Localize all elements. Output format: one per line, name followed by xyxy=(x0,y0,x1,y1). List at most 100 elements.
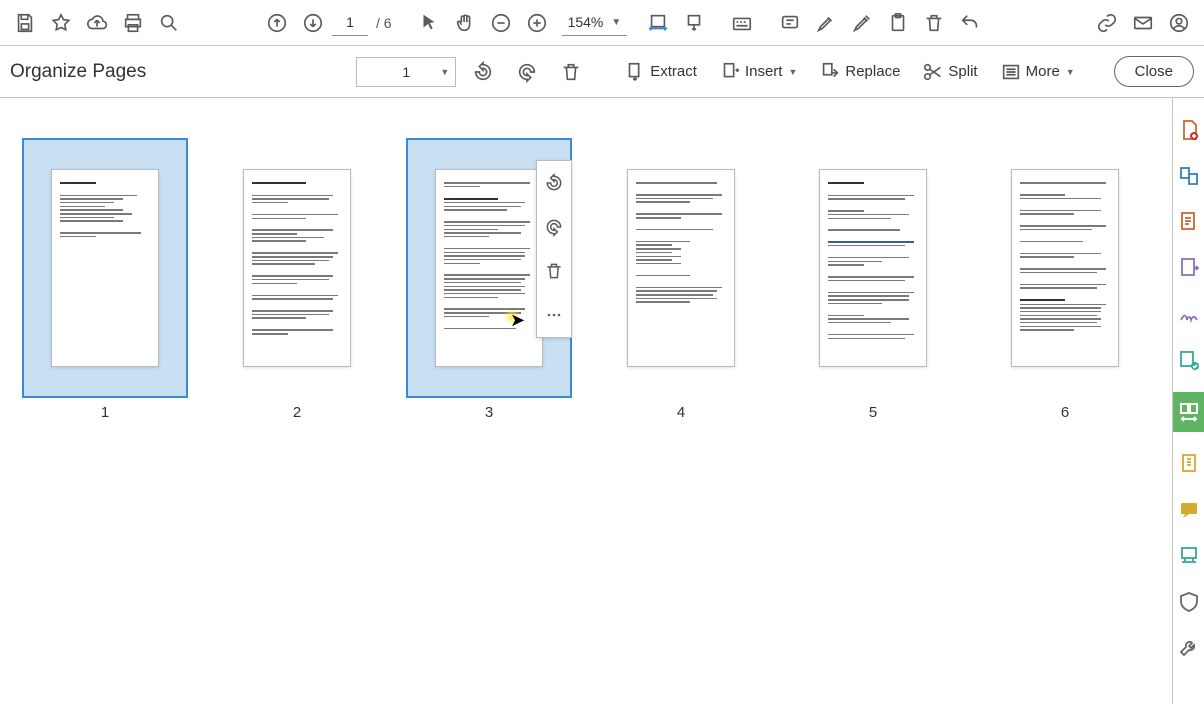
more-button[interactable]: More ▼ xyxy=(994,55,1081,89)
side-export-button[interactable] xyxy=(1175,254,1203,282)
side-protect-button[interactable] xyxy=(1175,588,1203,616)
hand-tool-button[interactable] xyxy=(448,6,482,40)
select-tool-button[interactable] xyxy=(412,6,446,40)
bookmark-button[interactable] xyxy=(44,6,78,40)
page-preview: ➤ xyxy=(435,169,543,367)
side-send-sign-button[interactable] xyxy=(1175,346,1203,374)
side-sign-button[interactable] xyxy=(1175,300,1203,328)
side-organize-pages-button[interactable] xyxy=(1173,392,1204,432)
page-thumbnail-1[interactable]: 1 xyxy=(10,138,200,664)
page-number-label: 1 xyxy=(101,404,109,421)
save-button[interactable] xyxy=(8,6,42,40)
organize-pages-title: Organize Pages xyxy=(10,61,146,83)
page-total-label: / 6 xyxy=(376,15,392,31)
thumb-rotate-ccw-button[interactable] xyxy=(536,161,572,205)
rotate-cw-button[interactable] xyxy=(510,55,544,89)
page-number-input[interactable] xyxy=(332,10,368,36)
page-thumbnail-3[interactable]: ➤ 3 xyxy=(394,138,584,664)
pointer-icon xyxy=(418,12,440,34)
page-number-label: 5 xyxy=(869,404,877,421)
delete-button[interactable] xyxy=(917,6,951,40)
thumbnail-grid: 1 xyxy=(0,98,1172,704)
note-icon xyxy=(779,12,801,34)
delete-page-button[interactable] xyxy=(554,55,588,89)
account-icon xyxy=(1168,12,1190,34)
dots-icon xyxy=(544,305,564,325)
page-number-label: 2 xyxy=(293,404,301,421)
undo-icon xyxy=(959,12,981,34)
link-button[interactable] xyxy=(1090,6,1124,40)
typewriter-button[interactable] xyxy=(725,6,759,40)
side-edit-pdf-button[interactable] xyxy=(1175,208,1203,236)
hand-icon xyxy=(454,12,476,34)
save-icon xyxy=(14,12,36,34)
thumb-more-button[interactable] xyxy=(536,293,572,337)
highlight-button[interactable] xyxy=(809,6,843,40)
next-page-button[interactable] xyxy=(296,6,330,40)
combine-icon xyxy=(1177,164,1201,188)
scan-icon xyxy=(1177,544,1201,568)
side-compress-button[interactable] xyxy=(1175,450,1203,478)
close-button[interactable]: Close xyxy=(1114,56,1194,87)
trash-icon xyxy=(923,12,945,34)
page-range-value: 1 xyxy=(402,64,410,80)
rotate-ccw-button[interactable] xyxy=(466,55,500,89)
zoom-out-icon xyxy=(490,12,512,34)
insert-button[interactable]: Insert ▼ xyxy=(713,55,803,89)
rotate-ccw-icon xyxy=(544,173,564,193)
eraser-button[interactable] xyxy=(845,6,879,40)
search-button[interactable] xyxy=(152,6,186,40)
thumb-delete-button[interactable] xyxy=(536,249,572,293)
side-combine-button[interactable] xyxy=(1175,162,1203,190)
comment-icon xyxy=(1177,498,1201,522)
extract-label: Extract xyxy=(650,63,697,80)
side-comment-button[interactable] xyxy=(1175,496,1203,524)
replace-label: Replace xyxy=(845,63,900,80)
clipboard-icon xyxy=(887,12,909,34)
chevron-down-icon: ▼ xyxy=(611,17,621,28)
organize-pages-toolbar: Organize Pages 1 ▼ Extract Insert ▼ Repl… xyxy=(0,46,1204,98)
fit-page-button[interactable] xyxy=(677,6,711,40)
page-thumbnail-6[interactable]: 6 xyxy=(970,138,1160,664)
page-range-select[interactable]: 1 ▼ xyxy=(356,57,456,87)
page-thumbnail-2[interactable]: 2 xyxy=(202,138,392,664)
side-more-tools-button[interactable] xyxy=(1175,634,1203,662)
zoom-out-button[interactable] xyxy=(484,6,518,40)
edit-page-icon xyxy=(1177,210,1201,234)
eraser-icon xyxy=(851,12,873,34)
page-thumbnail-5[interactable]: 5 xyxy=(778,138,968,664)
organize-icon xyxy=(1177,400,1201,424)
arrow-down-circle-icon xyxy=(302,12,324,34)
mail-icon xyxy=(1132,12,1154,34)
account-button[interactable] xyxy=(1162,6,1196,40)
search-icon xyxy=(158,12,180,34)
thumbnail-actions-strip xyxy=(536,160,572,338)
trash-icon xyxy=(544,261,564,281)
main-area: 1 xyxy=(0,98,1204,704)
zoom-value-label: 154% xyxy=(568,14,604,30)
keyboard-icon xyxy=(731,12,753,34)
clipboard-button[interactable] xyxy=(881,6,915,40)
zoom-in-button[interactable] xyxy=(520,6,554,40)
share-email-button[interactable] xyxy=(1126,6,1160,40)
extract-button[interactable]: Extract xyxy=(618,55,703,89)
split-button[interactable]: Split xyxy=(916,55,983,89)
undo-button[interactable] xyxy=(953,6,987,40)
highlight-indicator xyxy=(502,310,522,324)
zoom-dropdown[interactable]: 154% ▼ xyxy=(562,10,628,36)
page-thumbnail-4[interactable]: 4 xyxy=(586,138,776,664)
replace-button[interactable]: Replace xyxy=(813,55,906,89)
upload-button[interactable] xyxy=(80,6,114,40)
cloud-upload-icon xyxy=(86,12,108,34)
sticky-note-button[interactable] xyxy=(773,6,807,40)
prev-page-button[interactable] xyxy=(260,6,294,40)
page-number-label: 3 xyxy=(485,404,493,421)
highlight-icon xyxy=(815,12,837,34)
link-icon xyxy=(1096,12,1118,34)
thumb-rotate-cw-button[interactable] xyxy=(536,205,572,249)
zoom-in-icon xyxy=(526,12,548,34)
print-button[interactable] xyxy=(116,6,150,40)
side-scan-button[interactable] xyxy=(1175,542,1203,570)
side-create-pdf-button[interactable] xyxy=(1175,116,1203,144)
fit-width-button[interactable] xyxy=(641,6,675,40)
